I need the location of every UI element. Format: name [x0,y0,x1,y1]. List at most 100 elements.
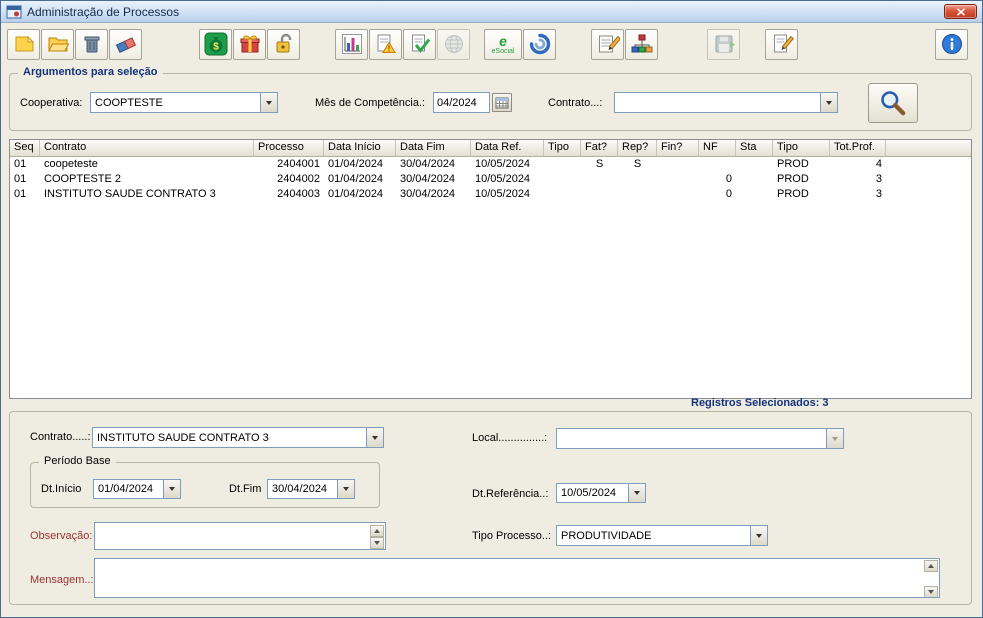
dt-referencia-dropdown-button[interactable] [628,484,645,502]
column-header[interactable]: Contrato [40,140,254,157]
search-button[interactable] [868,83,918,123]
calendar-button[interactable] [492,93,512,112]
column-header-filler [886,140,971,157]
spin-up-button[interactable] [370,525,384,537]
structure-button[interactable] [625,28,658,60]
open-button[interactable] [41,28,74,60]
export-button [707,28,740,60]
dt-inicio-picker[interactable]: 01/04/2024 [93,479,181,499]
eraser-icon [115,37,136,53]
billing-button[interactable]: $ [199,28,232,60]
gift-icon [240,35,259,53]
table-cell [699,157,736,172]
dt-inicio-value: 01/04/2024 [98,483,154,495]
column-header[interactable]: Rep? [618,140,657,157]
info-icon [941,34,962,54]
column-header[interactable]: Seq [10,140,40,157]
table-cell: 30/04/2024 [400,158,456,170]
cooperativa-dropdown-button[interactable] [260,93,277,112]
scroll-up-button[interactable] [924,560,938,572]
spin-down-button[interactable] [370,537,384,549]
tipo-processo-label: Tipo Processo..: [472,530,552,542]
contrato-detail-combo[interactable]: INSTITUTO SAUDE CONTRATO 3 [92,427,384,448]
scroll-down-button[interactable] [924,586,938,597]
new-note-icon [15,35,34,52]
detail-groupbox: Contrato.....: INSTITUTO SAUDE CONTRATO … [9,411,972,605]
table-row[interactable]: 01 coopeteste 2404001 01/04/2024 30/04/2024 1… [10,157,971,172]
contrato-detail-dropdown-button[interactable] [366,428,383,447]
search-icon [881,91,906,116]
periodo-base-legend: Período Base [39,455,116,467]
dt-fim-picker[interactable]: 30/04/2024 [267,479,355,499]
window-title: Administração de Processos [27,4,180,19]
column-header[interactable]: Processo [254,140,324,157]
esocial-button[interactable]: e eSocial [484,28,522,60]
contrato-filter-combo[interactable] [614,92,838,113]
column-header[interactable]: Tipo [773,140,830,157]
table-cell [544,187,581,202]
column-header[interactable]: Data Fim [396,140,471,157]
tipo-processo-dropdown-button[interactable] [750,526,767,545]
chevron-down-icon [826,100,832,105]
column-header[interactable]: Fin? [657,140,699,157]
confirm-button[interactable] [403,28,436,60]
edit-button[interactable] [765,28,798,60]
web-button [437,28,470,60]
local-dropdown-button [826,429,843,448]
alert-doc-icon: ! [377,34,396,54]
dt-fim-dropdown-button[interactable] [337,480,354,498]
cooperativa-value: COOPTESTE [95,96,163,109]
table-cell [657,187,699,202]
column-header[interactable]: Data Ref. [471,140,544,157]
process-table[interactable]: Seq Contrato Processo Data Início Data Fim Da… [9,139,972,399]
competencia-input[interactable] [433,92,490,113]
app-icon [6,4,22,20]
table-cell [581,172,618,187]
close-icon [956,7,965,16]
contrato-detail-value: INSTITUTO SAUDE CONTRATO 3 [97,431,269,444]
org-chart-icon [631,34,652,53]
table-row[interactable]: 01 INSTITUTO SAUDE CONTRATO 3 2404003 01/04… [10,187,971,202]
alerts-button[interactable]: ! [369,28,402,60]
dt-inicio-dropdown-button[interactable] [163,480,180,498]
observacao-label: Observação: [30,530,93,542]
selection-legend: Argumentos para seleção [18,66,163,78]
unlock-button[interactable] [267,28,300,60]
chart-button[interactable] [335,28,368,60]
contrato-filter-dropdown-button[interactable] [820,93,837,112]
cooperativa-combo[interactable]: COOPTESTE [90,92,278,113]
column-header[interactable]: NF [699,140,736,157]
arrow-down-icon [374,541,380,545]
table-cell: 2404001 [277,158,320,170]
mensagem-scrollbar[interactable] [924,560,938,597]
dt-fim-value: 30/04/2024 [272,483,328,495]
column-header[interactable]: Tipo [544,140,581,157]
benefits-button[interactable] [233,28,266,60]
money-icon: $ [204,32,227,56]
table-cell: 10/05/2024 [475,173,531,185]
observacao-textarea[interactable] [95,523,385,549]
dt-referencia-picker[interactable]: 10/05/2024 [556,483,646,503]
table-row[interactable]: 01 COOPTESTE 2 2404002 01/04/2024 30/04/2024… [10,172,971,187]
integration-button[interactable] [523,28,556,60]
table-cell: 01 [14,173,27,185]
new-button[interactable] [7,28,40,60]
column-header[interactable]: Data Início [324,140,396,157]
column-header[interactable]: Sta [736,140,773,157]
table-cell [736,157,773,172]
close-button[interactable] [944,4,977,19]
mensagem-textarea[interactable] [95,559,939,597]
table-header-row: Seq Contrato Processo Data Início Data Fim Da… [10,140,971,157]
bar-chart-icon [341,34,362,54]
delete-button[interactable] [75,28,108,60]
column-header[interactable]: Tot.Prof. [830,140,886,157]
svg-text:!: ! [387,45,390,54]
info-button[interactable] [935,28,968,60]
column-header[interactable]: Fat? [581,140,618,157]
clear-button[interactable] [109,28,142,60]
tipo-processo-combo[interactable]: PRODUTIVIDADE [556,525,768,546]
table-cell [581,187,618,202]
notes-button[interactable] [591,28,624,60]
table-cell: 01 [14,158,27,170]
unlock-icon [276,33,291,53]
